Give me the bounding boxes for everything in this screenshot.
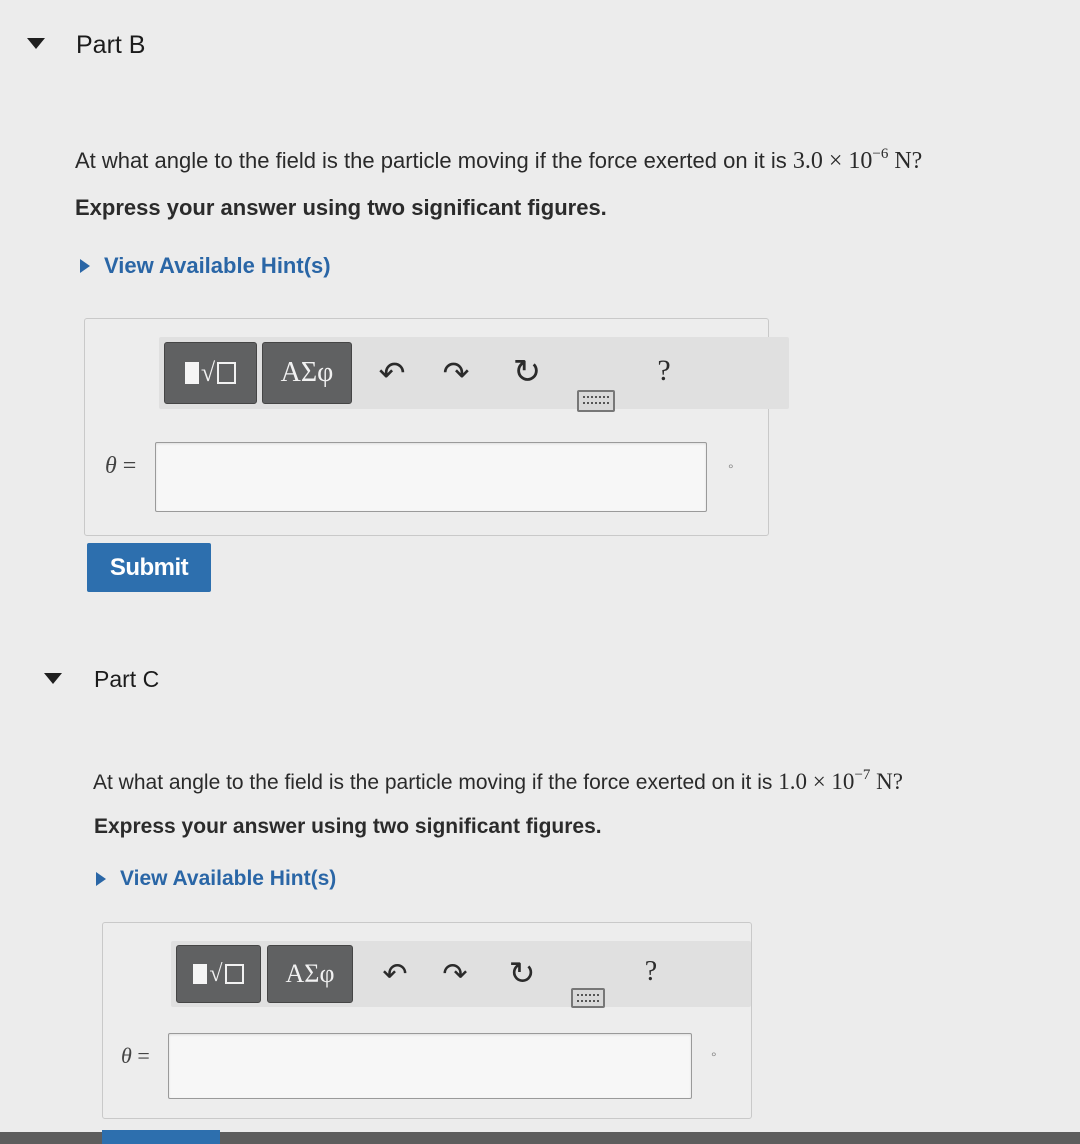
triangle-right-icon bbox=[96, 872, 106, 886]
greek-symbols-button[interactable]: ΑΣφ bbox=[262, 342, 352, 404]
part-b-toolbar: √ ΑΣφ ↶ ↷ ↻ ? bbox=[159, 337, 789, 412]
part-c-hint-toggle[interactable]: View Available Hint(s) bbox=[96, 867, 336, 891]
submit-button[interactable]: Submit bbox=[87, 543, 211, 592]
part-c-answer-input[interactable] bbox=[168, 1033, 692, 1099]
part-b-collapse-icon[interactable] bbox=[27, 38, 45, 49]
part-b-hint-label: View Available Hint(s) bbox=[104, 253, 331, 278]
part-b-variable-label: θ = bbox=[105, 453, 137, 479]
part-c-collapse-icon[interactable] bbox=[44, 673, 62, 684]
templates-icon bbox=[193, 964, 208, 984]
part-c-unit: ° bbox=[711, 1049, 717, 1065]
part-c-question: At what angle to the field is the partic… bbox=[93, 767, 903, 795]
templates-button[interactable]: √ bbox=[164, 342, 257, 404]
part-c-hint-label: View Available Hint(s) bbox=[120, 867, 337, 890]
keyboard-icon[interactable] bbox=[571, 988, 605, 1008]
part-b-hint-toggle[interactable]: View Available Hint(s) bbox=[80, 253, 331, 279]
greek-symbols-button[interactable]: ΑΣφ bbox=[267, 945, 353, 1003]
part-b-answer-box: √ ΑΣφ ↶ ↷ ↻ ? θ = ° bbox=[84, 318, 789, 536]
help-icon[interactable]: ? bbox=[649, 351, 679, 391]
undo-icon[interactable]: ↶ bbox=[375, 355, 409, 391]
triangle-right-icon bbox=[80, 259, 90, 273]
part-c-title[interactable]: Part C bbox=[94, 666, 159, 693]
part-b-title[interactable]: Part B bbox=[76, 31, 145, 60]
part-c-toolbar: √ ΑΣφ ↶ ↷ ↻ ? bbox=[171, 941, 751, 1008]
redo-icon[interactable]: ↷ bbox=[439, 355, 473, 391]
part-b-instruction: Express your answer using two significan… bbox=[75, 195, 607, 220]
reset-icon[interactable]: ↻ bbox=[509, 353, 545, 391]
part-c-submit-button[interactable] bbox=[102, 1130, 220, 1144]
part-b-answer-input[interactable] bbox=[155, 442, 707, 512]
part-b-unit: ° bbox=[728, 461, 734, 477]
part-c-instruction: Express your answer using two significan… bbox=[94, 815, 602, 838]
part-c-variable-label: θ = bbox=[121, 1043, 150, 1068]
help-icon[interactable]: ? bbox=[637, 953, 665, 991]
templates-icon bbox=[184, 362, 199, 384]
part-c-question-text: At what angle to the field is the partic… bbox=[93, 771, 779, 794]
part-b-question: At what angle to the field is the partic… bbox=[75, 146, 922, 175]
part-b-question-text: At what angle to the field is the partic… bbox=[75, 148, 793, 173]
templates-button[interactable]: √ bbox=[176, 945, 261, 1003]
undo-icon[interactable]: ↶ bbox=[379, 957, 411, 991]
part-c-answer-box: √ ΑΣφ ↶ ↷ ↻ ? θ = ° bbox=[102, 922, 752, 1119]
reset-icon[interactable]: ↻ bbox=[505, 955, 539, 991]
redo-icon[interactable]: ↷ bbox=[439, 957, 471, 991]
keyboard-icon[interactable] bbox=[577, 390, 615, 412]
part-c-force-value: 1.0 × 10−7 N? bbox=[778, 767, 903, 794]
part-b-force-value: 3.0 × 10−6 N? bbox=[792, 146, 923, 174]
